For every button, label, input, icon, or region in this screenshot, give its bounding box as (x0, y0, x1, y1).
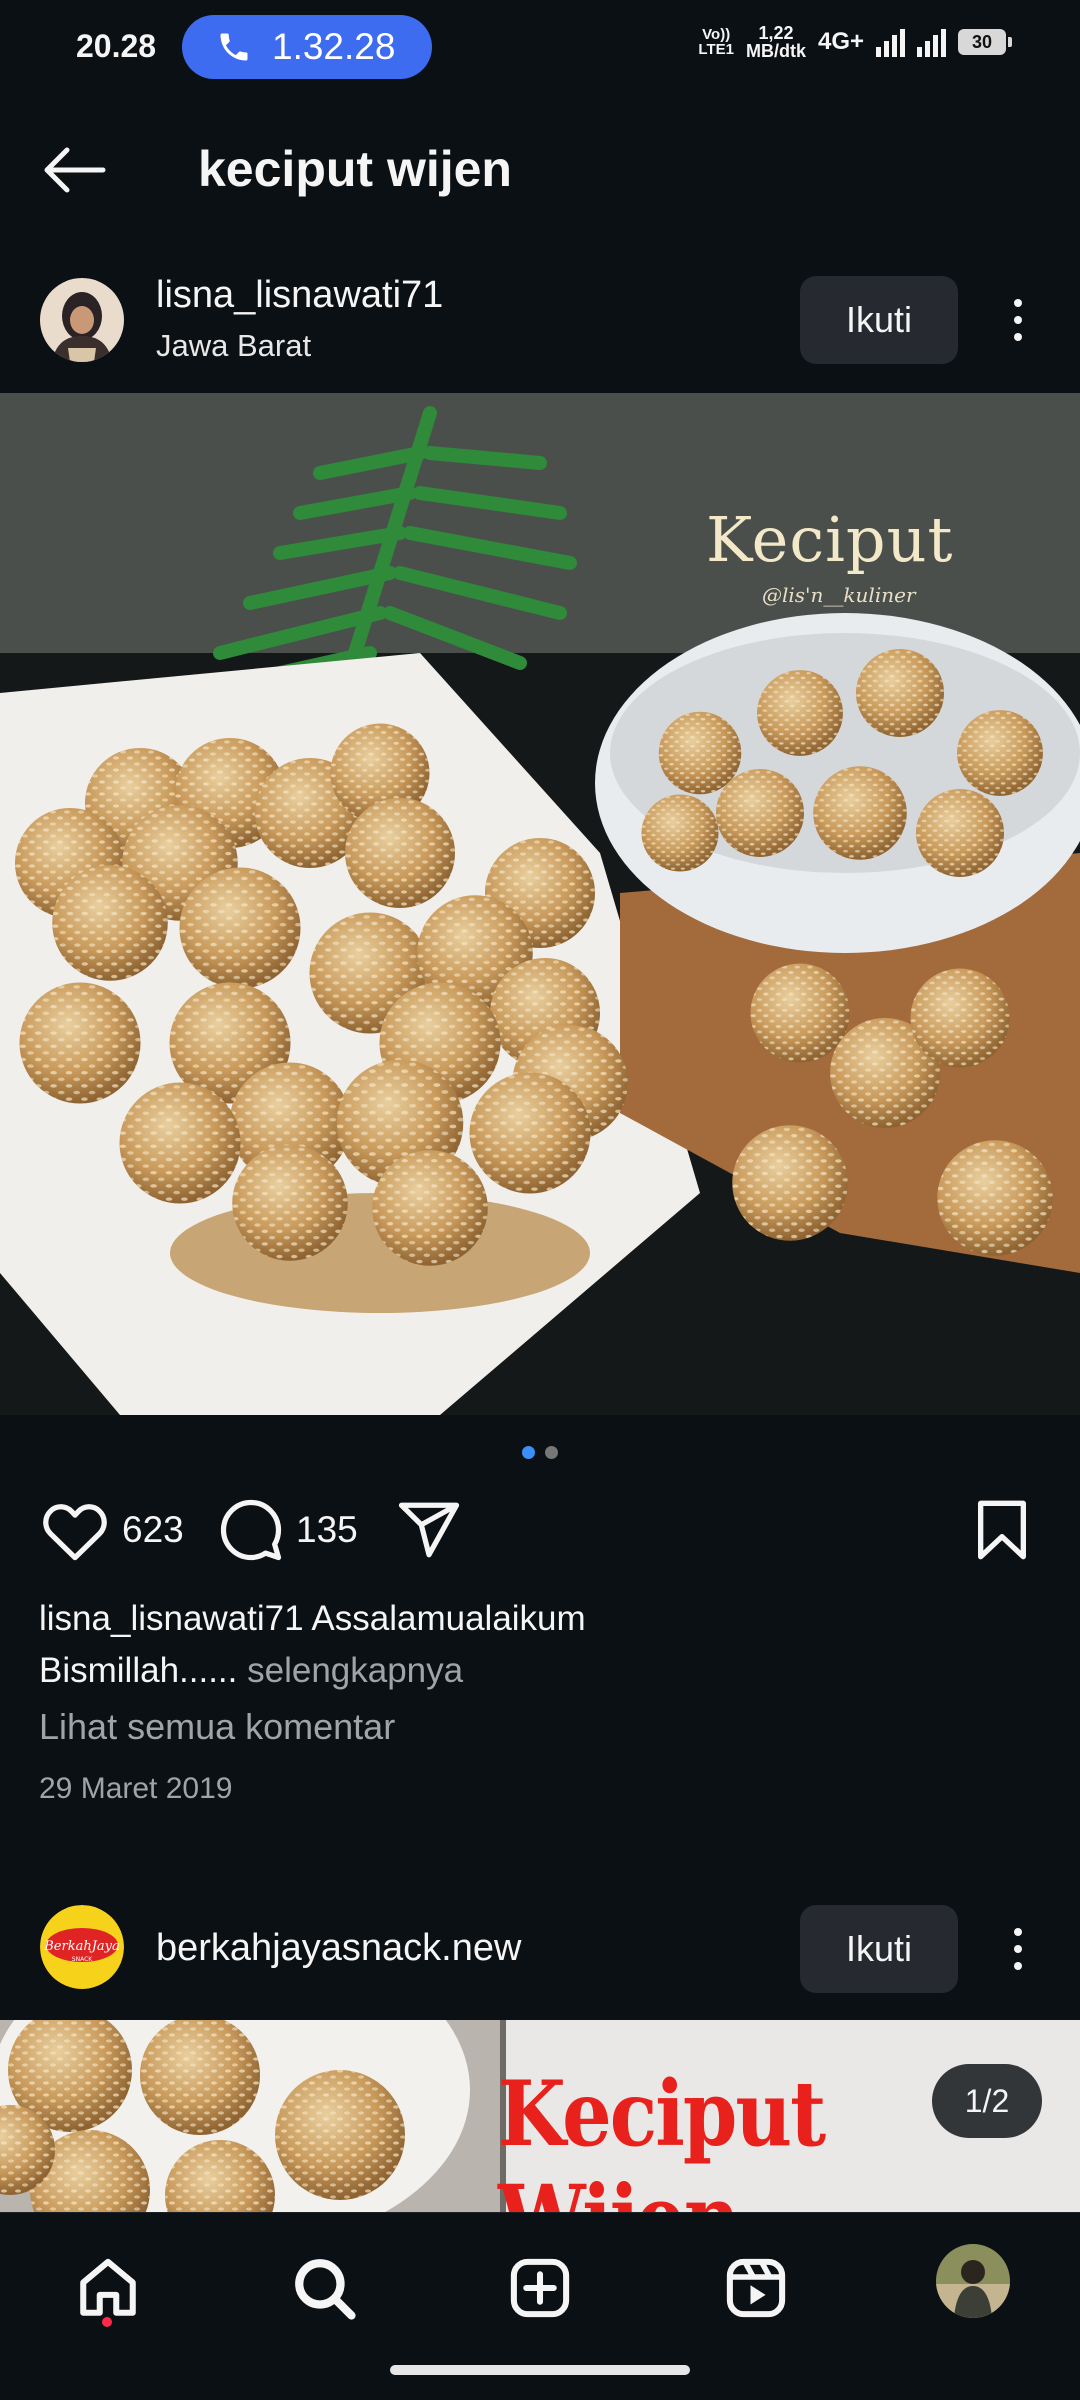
like-count: 623 (122, 1509, 184, 1550)
post-image-2[interactable]: Keciput Wijen 1/2 (0, 2020, 1080, 2212)
post-date: 29 Maret 2019 (39, 1772, 233, 1805)
battery-icon: 30 (958, 29, 1012, 55)
image-counter: 1/2 (932, 2064, 1042, 2138)
signal-icon (876, 27, 905, 57)
send-icon (398, 1502, 460, 1558)
view-all-comments-link[interactable]: Lihat semua komentar (39, 1706, 395, 1748)
carousel-dot (545, 1446, 558, 1459)
status-bar: 20.28 1.32.28 Vo)) LTE1 1,22 MB/dtk 4G+ … (0, 0, 1080, 96)
status-time: 20.28 (76, 28, 157, 64)
network-speed: 1,22 MB/dtk (745, 23, 806, 61)
nav-search[interactable] (284, 2248, 364, 2328)
more-options-button-2[interactable] (998, 1919, 1038, 1979)
nav-home[interactable] (68, 2248, 148, 2328)
network-type: 4G+ (817, 28, 864, 55)
follow-button-2[interactable]: Ikuti (800, 1905, 958, 1993)
status-indicators: Vo)) LTE1 1,22 MB/dtk 4G+ 30 (698, 23, 1012, 61)
svg-text:SNACK: SNACK (72, 1956, 93, 1963)
notification-dot (102, 2317, 112, 2327)
save-button[interactable] (972, 1490, 1032, 1570)
post-header-2: BerkahJaya SNACK berkahjayasnack.new Iku… (0, 1893, 1080, 2003)
post-username-2[interactable]: berkahjayasnack.new (156, 1927, 521, 1970)
like-button[interactable]: 623 (40, 1490, 184, 1570)
svg-text:BerkahJaya: BerkahJaya (43, 1939, 120, 1954)
share-button[interactable] (396, 1490, 462, 1570)
photo-overlay-title: Keciput (706, 503, 954, 576)
caption-text-line-2: Bismillah...... (39, 1651, 238, 1690)
back-button[interactable] (40, 140, 110, 200)
bottom-navigation (0, 2212, 1080, 2400)
nav-profile-avatar[interactable] (936, 2244, 1010, 2318)
post-caption[interactable]: lisna_lisnawati71 Assalamualaikum Bismil… (39, 1593, 1039, 1697)
page-title: keciput wijen (198, 141, 512, 197)
avatar[interactable] (40, 278, 124, 362)
post-image[interactable]: Keciput @lis'n__kuliner (0, 393, 1080, 1415)
create-icon (510, 2258, 570, 2318)
caption-text: Assalamualaikum (303, 1599, 586, 1638)
photo-watermark: @lis'n__kuliner (762, 583, 916, 607)
top-app-bar: keciput wijen (0, 120, 1080, 220)
post-username[interactable]: lisna_lisnawati71 (156, 274, 443, 317)
berkahjaya-logo: BerkahJaya SNACK (40, 1905, 124, 1989)
heart-icon (43, 1504, 107, 1561)
comment-button[interactable]: 135 (218, 1490, 358, 1570)
phone-icon (220, 33, 248, 61)
post-header: lisna_lisnawati71 Jawa Barat Ikuti (0, 266, 1080, 376)
carousel-indicator (0, 1446, 1080, 1459)
call-duration: 1.32.28 (272, 26, 396, 67)
search-icon (295, 2259, 356, 2320)
ongoing-call-pill[interactable]: 1.32.28 (182, 15, 432, 79)
follow-button[interactable]: Ikuti (800, 276, 958, 364)
nav-reels[interactable] (716, 2248, 796, 2328)
nav-create[interactable] (500, 2248, 580, 2328)
profile-avatar (936, 2244, 1010, 2318)
arrow-left-icon (44, 147, 106, 193)
see-more-link[interactable]: selengkapnya (237, 1651, 463, 1690)
volte-indicator: Vo)) LTE1 (698, 26, 734, 58)
more-options-button[interactable] (998, 290, 1038, 350)
signal-icon-2 (917, 27, 946, 57)
bookmark-icon (978, 1500, 1026, 1560)
reels-icon (726, 2258, 786, 2318)
caption-username[interactable]: lisna_lisnawati71 (39, 1599, 304, 1638)
comment-count: 135 (296, 1509, 358, 1550)
carousel-dot-active (522, 1446, 535, 1459)
post-location[interactable]: Jawa Barat (156, 328, 311, 364)
home-icon (80, 2258, 136, 2316)
avatar-2[interactable]: BerkahJaya SNACK (40, 1905, 124, 1989)
home-indicator[interactable] (390, 2365, 690, 2375)
comment-icon (220, 1499, 282, 1561)
post-actions: 623 135 (0, 1490, 1080, 1570)
